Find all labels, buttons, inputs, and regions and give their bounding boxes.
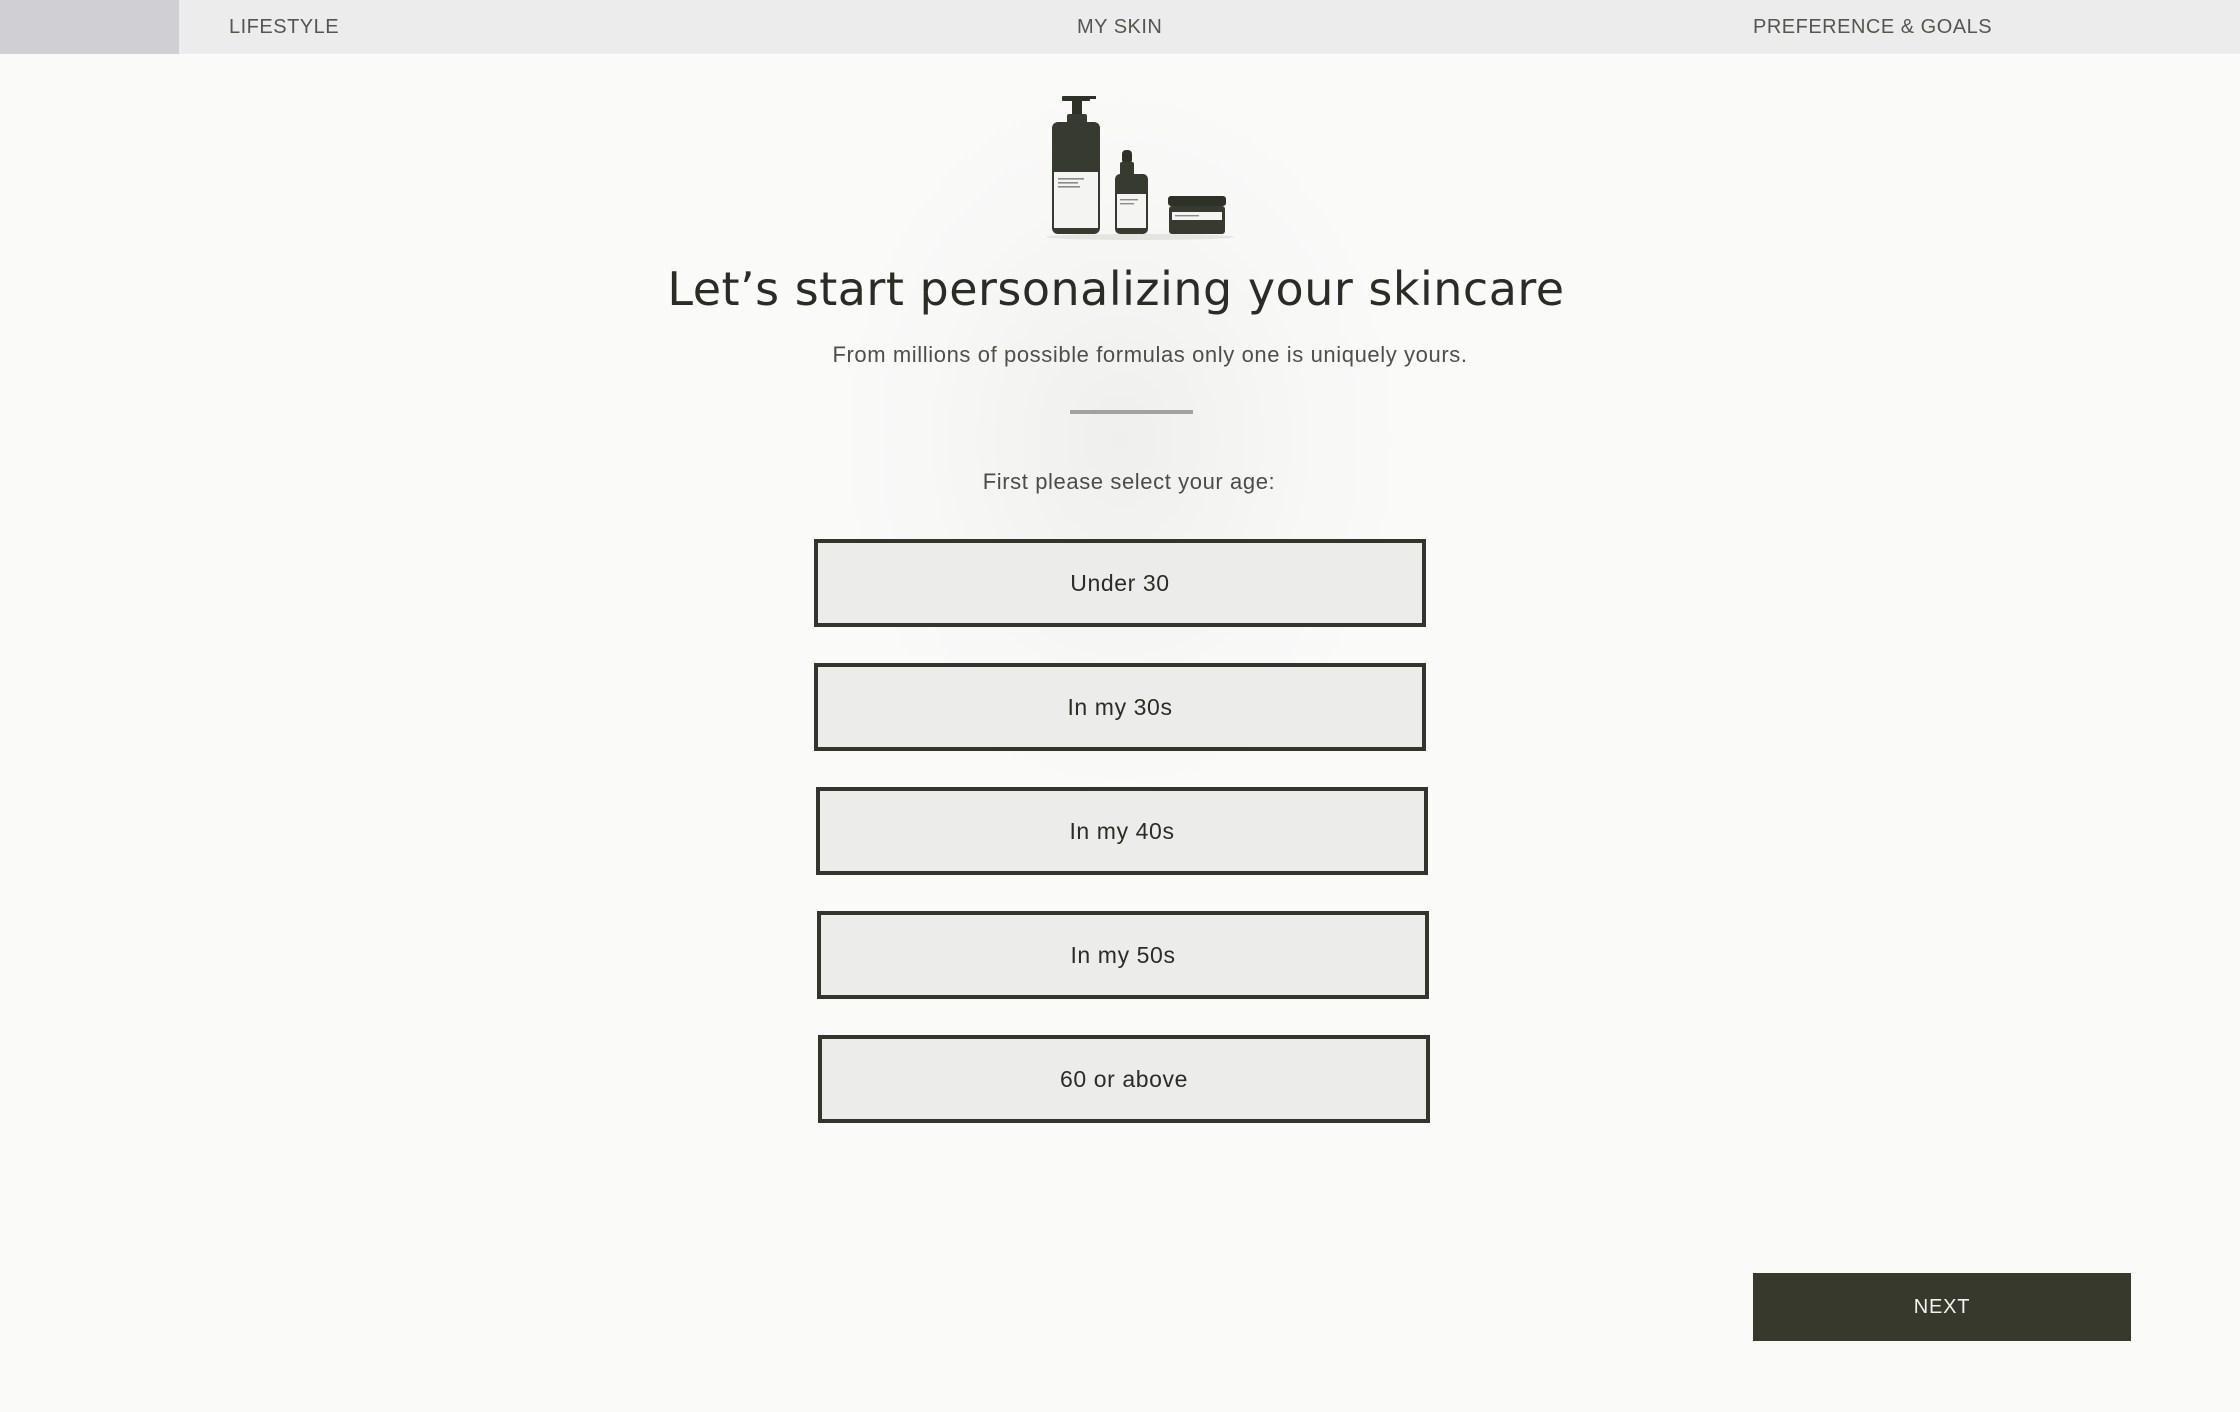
age-option-label: In my 40s — [1069, 817, 1175, 844]
age-option-label: In my 30s — [1067, 693, 1173, 720]
step-lifestyle[interactable]: LIFESTYLE — [229, 0, 339, 54]
step-progress-nav: LIFESTYLE MY SKIN PREFERENCE & GOALS — [0, 0, 2240, 54]
age-option-label: 60 or above — [1059, 1065, 1189, 1092]
page-subtitle: From millions of possible formulas only … — [832, 342, 1468, 367]
age-option-under-30[interactable]: Under 30 — [814, 539, 1426, 627]
age-question-prompt: First please select your age: — [982, 469, 1276, 494]
step-my-skin[interactable]: MY SKIN — [1077, 0, 1162, 54]
age-option-label: Under 30 — [1070, 569, 1170, 596]
skincare-products-illustration — [1046, 96, 1234, 240]
age-option-label: In my 50s — [1070, 941, 1176, 968]
age-option-40s[interactable]: In my 40s — [816, 787, 1428, 875]
next-button-label: NEXT — [1913, 1295, 1971, 1318]
section-divider — [1070, 410, 1193, 414]
step-preference-goals[interactable]: PREFERENCE & GOALS — [1753, 0, 1992, 54]
next-button[interactable]: NEXT — [1753, 1273, 2131, 1341]
age-option-30s[interactable]: In my 30s — [814, 663, 1426, 751]
page-title: Let’s start personalizing your skincare — [667, 262, 1565, 316]
age-option-50s[interactable]: In my 50s — [817, 911, 1429, 999]
progress-bar-fill — [0, 0, 180, 54]
age-option-60-plus[interactable]: 60 or above — [818, 1035, 1430, 1123]
